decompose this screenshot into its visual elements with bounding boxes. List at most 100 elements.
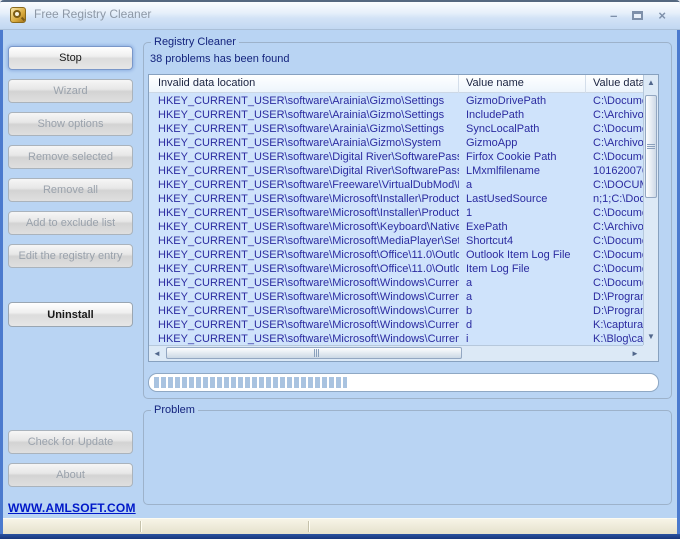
sidebar-button[interactable]: Wizard — [8, 79, 133, 103]
table-row[interactable]: HKEY_CURRENT_USER\software\Microsoft\Ins… — [149, 206, 643, 220]
table-row[interactable]: HKEY_CURRENT_USER\software\Microsoft\Win… — [149, 304, 643, 318]
sidebar-button[interactable]: About — [8, 463, 133, 487]
cell-location: HKEY_CURRENT_USER\software\Freeware\Virt… — [158, 179, 459, 191]
table-row[interactable]: HKEY_CURRENT_USER\software\Microsoft\Win… — [149, 290, 643, 304]
problem-groupbox: Problem — [143, 404, 672, 505]
website-link[interactable]: WWW.AMLSOFT.COM — [8, 501, 136, 515]
cell-value-name: GizmoDrivePath — [466, 95, 547, 107]
table-body: HKEY_CURRENT_USER\software\Arainia\Gizmo… — [149, 94, 643, 345]
cell-value-name: a — [466, 277, 473, 289]
cell-value-name: 1 — [466, 207, 473, 219]
table-row[interactable]: HKEY_CURRENT_USER\software\Arainia\Gizmo… — [149, 122, 643, 136]
cell-value-name: Outlook Item Log File — [466, 249, 571, 261]
thumb-grip — [647, 144, 655, 145]
cell-location: HKEY_CURRENT_USER\software\Arainia\Gizmo… — [158, 95, 445, 107]
thumb-grip — [313, 349, 315, 357]
table-row[interactable]: HKEY_CURRENT_USER\software\Freeware\Virt… — [149, 178, 643, 192]
cell-value-name: i — [466, 333, 469, 345]
table-row[interactable]: HKEY_CURRENT_USER\software\Digital River… — [149, 150, 643, 164]
sidebar-button[interactable]: Check for Update — [8, 430, 133, 454]
table-row[interactable]: HKEY_CURRENT_USER\software\Arainia\Gizmo… — [149, 94, 643, 108]
cell-location: HKEY_CURRENT_USER\software\Arainia\Gizmo… — [158, 109, 445, 121]
app-icon — [10, 7, 26, 23]
close-icon[interactable]: × — [658, 9, 666, 22]
window-border-left — [0, 0, 3, 539]
uninstall-button[interactable]: Uninstall — [8, 302, 133, 327]
horizontal-scrollbar-thumb[interactable] — [166, 347, 462, 359]
cell-value-name: d — [466, 319, 473, 331]
cell-value-data: C:\Archivo — [593, 137, 643, 149]
maximize-glyph — [632, 10, 644, 20]
cell-location: HKEY_CURRENT_USER\software\Microsoft\Off… — [158, 249, 459, 261]
scroll-left-icon[interactable]: ◄ — [149, 346, 165, 361]
scroll-down-icon[interactable]: ▼ — [644, 329, 658, 345]
cell-value-data: D:\Progran — [593, 305, 643, 317]
horizontal-scrollbar[interactable]: ◄ ► — [149, 345, 643, 361]
cell-value-data: n;1;C:\Doc — [593, 193, 643, 205]
table-row[interactable]: HKEY_CURRENT_USER\software\Microsoft\Key… — [149, 220, 643, 234]
magnifier-handle — [20, 16, 26, 22]
cell-value-data: 101620070 — [593, 165, 643, 177]
sidebar-button[interactable]: Add to exclude list — [8, 211, 133, 235]
table-row[interactable]: HKEY_CURRENT_USER\software\Digital River… — [149, 164, 643, 178]
table-row[interactable]: HKEY_CURRENT_USER\software\Arainia\Gizmo… — [149, 108, 643, 122]
maximize-icon[interactable] — [632, 9, 644, 22]
cell-value-name: LMxmlfilename — [466, 165, 540, 177]
cell-value-data: C:\Docume — [593, 123, 643, 135]
sidebar-button[interactable]: Remove selected — [8, 145, 133, 169]
scroll-up-icon[interactable]: ▲ — [644, 75, 658, 91]
sidebar-button[interactable]: Show options — [8, 112, 133, 136]
cell-value-name: a — [466, 291, 473, 303]
title-bar[interactable]: Free Registry Cleaner – × — [0, 0, 680, 30]
cell-value-name: Shortcut4 — [466, 235, 514, 247]
sidebar-button[interactable]: Edit the registry entry — [8, 244, 133, 268]
minimize-icon[interactable]: – — [610, 9, 617, 22]
problems-found-text: 38 problems has been found — [150, 53, 290, 65]
statusbar-divider — [140, 521, 141, 532]
sidebar-button[interactable]: Remove all — [8, 178, 133, 202]
window-border-bottom — [0, 534, 680, 539]
list-header: Invalid data location Value name Value d… — [149, 75, 658, 93]
table-row[interactable]: HKEY_CURRENT_USER\software\Microsoft\Off… — [149, 262, 643, 276]
column-header-invalid-data-location[interactable]: Invalid data location — [149, 75, 459, 93]
cell-value-data: C:\Docume — [593, 151, 643, 163]
table-row[interactable]: HKEY_CURRENT_USER\software\Microsoft\Ins… — [149, 192, 643, 206]
table-row[interactable]: HKEY_CURRENT_USER\software\Microsoft\Med… — [149, 234, 643, 248]
scan-progress-bar — [148, 373, 659, 392]
cell-location: HKEY_CURRENT_USER\software\Microsoft\Ins… — [158, 193, 459, 205]
sidebar-button[interactable]: Stop — [8, 46, 133, 70]
column-header-value-name[interactable]: Value name — [459, 75, 586, 93]
table-row[interactable]: HKEY_CURRENT_USER\software\Microsoft\Win… — [149, 318, 643, 332]
cell-value-name: b — [466, 305, 473, 317]
table-row[interactable]: HKEY_CURRENT_USER\software\Microsoft\Win… — [149, 332, 643, 345]
cell-value-name: Item Log File — [466, 263, 530, 275]
status-bar — [3, 518, 677, 534]
vertical-scrollbar-thumb[interactable] — [645, 95, 657, 198]
table-row[interactable]: HKEY_CURRENT_USER\software\Microsoft\Win… — [149, 276, 643, 290]
table-row[interactable]: HKEY_CURRENT_USER\software\Microsoft\Off… — [149, 248, 643, 262]
cell-value-name: Firfox Cookie Path — [466, 151, 557, 163]
window-title: Free Registry Cleaner — [34, 7, 152, 21]
cell-location: HKEY_CURRENT_USER\software\Microsoft\Win… — [158, 291, 459, 303]
sidebar-button-group: Stop Wizard Show options Remove selected Rem… — [8, 46, 133, 277]
cell-location: HKEY_CURRENT_USER\software\Microsoft\Ins… — [158, 207, 459, 219]
cell-value-data: C:\Archivo — [593, 221, 643, 233]
cell-value-name: ExePath — [466, 221, 508, 233]
scrollbar-corner — [643, 345, 658, 361]
cell-location: HKEY_CURRENT_USER\software\Microsoft\Off… — [158, 263, 459, 275]
table-row[interactable]: HKEY_CURRENT_USER\software\Arainia\Gizmo… — [149, 136, 643, 150]
app-window: Free Registry Cleaner – × Stop Wizard Show… — [0, 0, 680, 539]
cell-location: HKEY_CURRENT_USER\software\Digital River… — [158, 165, 459, 177]
cell-value-data: C:\Docume — [593, 207, 643, 219]
cell-value-data: C:\Docume — [593, 235, 643, 247]
cell-location: HKEY_CURRENT_USER\software\Digital River… — [158, 151, 459, 163]
cell-value-name: IncludePath — [466, 109, 525, 121]
cell-value-name: LastUsedSource — [466, 193, 548, 205]
cell-location: HKEY_CURRENT_USER\software\Arainia\Gizmo… — [158, 123, 445, 135]
scroll-right-icon[interactable]: ► — [627, 346, 643, 361]
cell-location: HKEY_CURRENT_USER\software\Microsoft\Win… — [158, 277, 459, 289]
problem-group-label: Problem — [151, 404, 198, 416]
vertical-scrollbar[interactable]: ▲ ▼ — [643, 75, 658, 345]
cell-location: HKEY_CURRENT_USER\software\Microsoft\Win… — [158, 305, 459, 317]
cell-value-name: SyncLocalPath — [466, 123, 540, 135]
